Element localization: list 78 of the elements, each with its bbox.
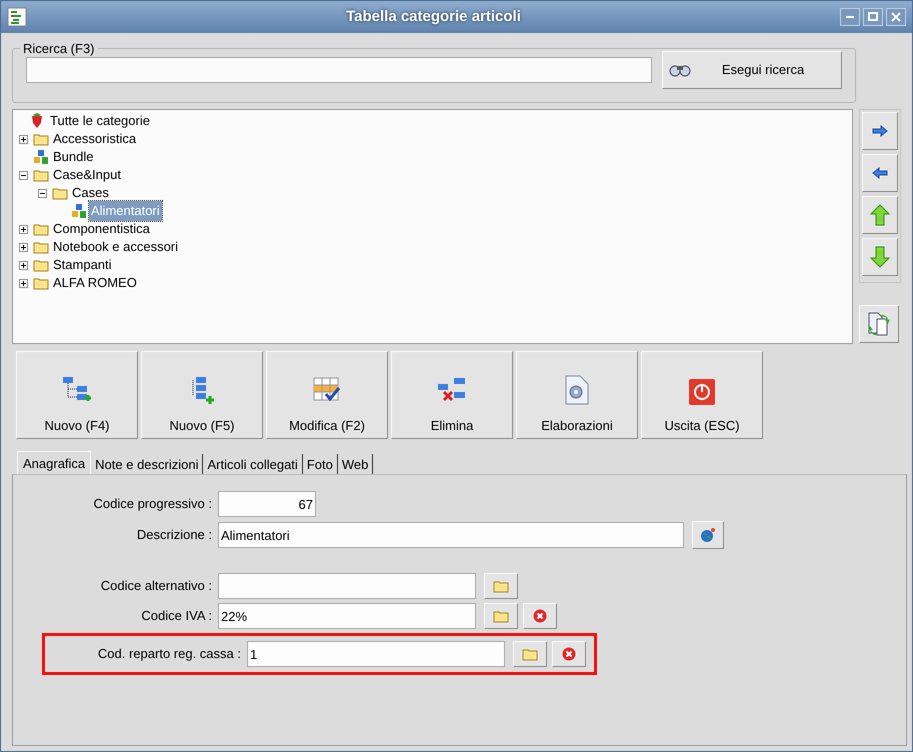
- clear-button[interactable]: [523, 603, 557, 629]
- folder-icon: [33, 240, 49, 254]
- toolbar-button[interactable]: Elaborazioni: [516, 351, 638, 439]
- folder-icon: [33, 276, 49, 290]
- up-arrow-icon: [870, 204, 890, 226]
- app-icon: [7, 7, 27, 27]
- field-label: Codice alternativo :: [100, 577, 212, 596]
- window-title: Tabella categorie articoli: [345, 6, 522, 27]
- tree-item[interactable]: Cases: [70, 183, 111, 203]
- folder-icon: [493, 579, 509, 593]
- tree-item[interactable]: ALFA ROMEO: [51, 273, 139, 293]
- tree-item[interactable]: Accessoristica: [51, 129, 138, 149]
- tree-item[interactable]: Bundle: [51, 147, 96, 167]
- expand-toggle-icon[interactable]: [19, 278, 28, 288]
- folder-icon: [33, 258, 49, 272]
- field-label: Cod. reparto reg. cassa :: [96, 645, 241, 664]
- browse-button[interactable]: [484, 573, 518, 599]
- tree-item[interactable]: Componentistica: [51, 219, 152, 239]
- clear-button[interactable]: [552, 641, 586, 667]
- tree-item[interactable]: Tutte le categorie: [48, 111, 152, 131]
- document-refresh-icon: [867, 311, 891, 337]
- right-arrow-icon: [872, 125, 888, 137]
- collapse-toggle-icon[interactable]: [38, 188, 47, 198]
- close-icon: [891, 12, 901, 22]
- toolbar-button[interactable]: Nuovo (F5): [141, 351, 263, 439]
- browse-button[interactable]: [513, 641, 547, 667]
- collapse-toggle-icon[interactable]: [19, 170, 28, 180]
- move-button[interactable]: [862, 196, 898, 234]
- close-icon: [533, 609, 547, 623]
- input-field[interactable]: 1: [247, 641, 505, 667]
- close-button[interactable]: [886, 8, 906, 26]
- down-arrow-icon: [870, 246, 890, 268]
- folder-icon: [493, 609, 509, 623]
- tree-item[interactable]: Stampanti: [51, 255, 114, 275]
- expand-toggle-icon[interactable]: [19, 260, 28, 270]
- folder-icon: [33, 168, 49, 182]
- left-arrow-icon: [872, 167, 888, 179]
- field-label: Descrizione :: [136, 526, 212, 544]
- strawberry-icon: [30, 113, 44, 129]
- move-button[interactable]: [862, 154, 898, 192]
- tab[interactable]: Anagrafica: [17, 451, 92, 475]
- folder-icon: [33, 222, 49, 236]
- maximize-icon: [868, 12, 878, 22]
- expand-toggle-icon[interactable]: [19, 242, 28, 252]
- input-field[interactable]: 22%: [218, 603, 476, 629]
- toolbar-button[interactable]: Modifica (F2): [266, 351, 388, 439]
- expand-toggle-icon[interactable]: [19, 224, 28, 234]
- globe-button[interactable]: [692, 521, 724, 549]
- input-field[interactable]: 67: [218, 491, 316, 517]
- field-label: Codice progressivo :: [92, 495, 212, 514]
- globe-icon: [700, 527, 716, 543]
- binoculars-icon: [669, 62, 691, 76]
- minimize-icon: [845, 16, 855, 18]
- close-icon: [562, 647, 576, 661]
- maximize-button[interactable]: [863, 8, 883, 26]
- folder-icon: [52, 186, 68, 200]
- group-legend: Ricerca (F3): [20, 39, 98, 58]
- toolbar-button[interactable]: Uscita (ESC): [641, 351, 763, 439]
- input-field[interactable]: Alimentatori: [218, 522, 684, 548]
- folder-icon: [33, 132, 49, 146]
- move-button[interactable]: [862, 112, 898, 150]
- toolbar-button[interactable]: Elimina: [391, 351, 513, 439]
- minimize-button[interactable]: [840, 8, 860, 26]
- tree-item[interactable]: Notebook e accessori: [51, 237, 180, 257]
- cubes-icon: [33, 149, 49, 165]
- move-button[interactable]: [862, 238, 898, 276]
- refresh-button[interactable]: [859, 305, 899, 343]
- browse-button[interactable]: [484, 603, 518, 629]
- power-icon: [688, 378, 716, 406]
- tree-item[interactable]: Case&Input: [51, 165, 123, 185]
- field-label: Codice IVA :: [140, 607, 212, 626]
- expand-toggle-icon[interactable]: [19, 134, 28, 144]
- search-field[interactable]: [26, 56, 652, 82]
- folder-icon: [522, 647, 538, 661]
- toolbar-button[interactable]: Nuovo (F4): [16, 351, 138, 439]
- cubes-icon: [71, 203, 87, 219]
- search-button[interactable]: Esegui ricerca: [662, 50, 842, 88]
- input-field[interactable]: [218, 573, 476, 599]
